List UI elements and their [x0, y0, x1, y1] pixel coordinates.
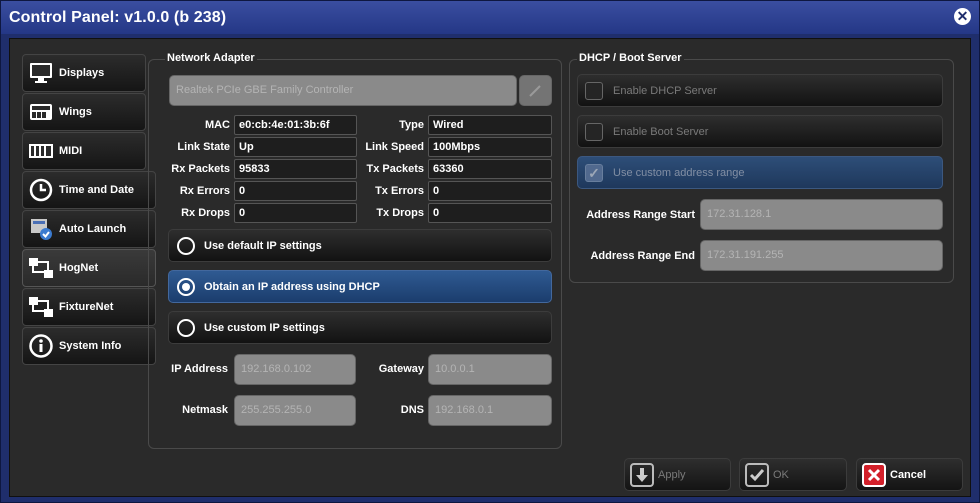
rx-packets-label: Rx Packets	[171, 163, 230, 175]
pencil-icon	[529, 85, 541, 97]
sidebar-item-system-info[interactable]: System Info	[22, 327, 156, 365]
sidebar-item-label: Auto Launch	[59, 223, 127, 235]
dhcp-ip-label: Obtain an IP address using DHCP	[204, 280, 380, 293]
cancel-label: Cancel	[890, 468, 927, 481]
link-state-label: Link State	[177, 141, 230, 153]
sidebar-item-auto-launch[interactable]: Auto Launch	[22, 210, 156, 248]
checkbox-icon	[585, 122, 603, 141]
dns-label: DNS	[400, 404, 424, 416]
checkbox-icon	[585, 81, 603, 100]
sidebar-item-time-and-date[interactable]: Time and Date	[22, 171, 156, 209]
sidebar-item-midi[interactable]: MIDI	[22, 132, 146, 170]
range-start-field[interactable]: 172.31.128.1	[700, 199, 943, 230]
ok-button[interactable]: OK	[739, 458, 847, 491]
window-title: Control Panel: v1.0.0 (b 238)	[9, 9, 227, 26]
netmask-field[interactable]: 255.255.255.0	[234, 395, 356, 426]
sidebar-item-label: Time and Date	[59, 184, 134, 196]
tx-packets-label: Tx Packets	[366, 163, 424, 175]
link-speed-value: 100Mbps	[428, 137, 552, 157]
link-speed-label: Link Speed	[365, 141, 424, 153]
enable-dhcp-checkbox[interactable]: Enable DHCP Server	[577, 74, 943, 107]
network-icon	[28, 294, 54, 320]
default-ip-option[interactable]: Use default IP settings	[168, 229, 552, 262]
range-start-label: Address Range Start	[586, 209, 695, 221]
rx-drops-value: 0	[234, 203, 357, 223]
custom-range-checkbox[interactable]: ✓ Use custom address range	[577, 156, 943, 189]
gateway-field[interactable]: 10.0.0.1	[428, 354, 552, 385]
enable-dhcp-label: Enable DHCP Server	[613, 84, 717, 97]
sidebar-item-label: Wings	[59, 106, 92, 118]
range-end-label: Address Range End	[590, 250, 695, 262]
sidebar-item-label: Displays	[59, 67, 105, 79]
cancel-button[interactable]: Cancel	[856, 458, 963, 491]
checkmark-icon	[745, 462, 769, 487]
dhcp-ip-option[interactable]: Obtain an IP address using DHCP	[168, 270, 552, 303]
type-value: Wired	[428, 115, 552, 135]
link-state-value: Up	[234, 137, 357, 157]
close-icon[interactable]: ✕	[954, 8, 971, 25]
dns-field[interactable]: 192.168.0.1	[428, 395, 552, 426]
mac-label: MAC	[204, 119, 230, 131]
mac-value: e0:cb:4e:01:3b:6f	[234, 115, 357, 135]
info-icon	[28, 333, 54, 359]
custom-ip-label: Use custom IP settings	[204, 321, 325, 334]
apply-label: Apply	[658, 468, 686, 481]
default-ip-label: Use default IP settings	[204, 239, 322, 252]
sidebar-item-label: MIDI	[59, 145, 83, 157]
download-icon	[630, 462, 654, 487]
sidebar-item-displays[interactable]: Displays	[22, 54, 146, 92]
sidebar-item-hognet[interactable]: HogNet	[22, 249, 156, 287]
enable-boot-label: Enable Boot Server	[613, 125, 709, 138]
monitor-icon	[28, 60, 54, 86]
tx-packets-value: 63360	[428, 159, 552, 179]
ok-label: OK	[773, 468, 789, 481]
cancel-x-icon	[862, 462, 886, 487]
sidebar-item-fixturenet[interactable]: FixtureNet	[22, 288, 156, 326]
range-end-field[interactable]: 172.31.191.255	[700, 240, 943, 271]
tx-errors-label: Tx Errors	[375, 185, 424, 197]
ip-address-label: IP Address	[171, 363, 228, 375]
sidebar-item-label: HogNet	[59, 262, 99, 274]
network-adapter-legend: Network Adapter	[165, 52, 257, 64]
sidebar-item-wings[interactable]: Wings	[22, 93, 146, 131]
enable-boot-checkbox[interactable]: Enable Boot Server	[577, 115, 943, 148]
type-label: Type	[399, 119, 424, 131]
radio-selected-icon	[177, 277, 195, 296]
custom-range-label: Use custom address range	[613, 166, 745, 179]
tx-errors-value: 0	[428, 181, 552, 201]
dhcp-boot-legend: DHCP / Boot Server	[577, 52, 684, 64]
netmask-label: Netmask	[182, 404, 228, 416]
tx-drops-value: 0	[428, 203, 552, 223]
rx-errors-label: Rx Errors	[179, 185, 230, 197]
network-icon	[28, 255, 54, 281]
content-area: Displays Wings MIDI Time and Date Auto L…	[9, 38, 971, 497]
sidebar-item-label: System Info	[59, 340, 122, 352]
adapter-select[interactable]: Realtek PCIe GBE Family Controller	[169, 75, 517, 106]
sidebar-item-label: FixtureNet	[59, 301, 114, 313]
clock-icon	[28, 177, 54, 203]
custom-ip-option[interactable]: Use custom IP settings	[168, 311, 552, 344]
rx-packets-value: 95833	[234, 159, 357, 179]
ip-address-field[interactable]: 192.168.0.102	[234, 354, 356, 385]
gateway-label: Gateway	[378, 363, 424, 375]
auto-launch-icon	[28, 216, 54, 242]
wing-keyboard-icon	[28, 99, 54, 125]
adapter-dropdown-button[interactable]	[519, 75, 552, 106]
apply-button[interactable]: Apply	[624, 458, 731, 491]
radio-unselected-icon	[177, 318, 195, 337]
rx-drops-label: Rx Drops	[181, 207, 230, 219]
midi-icon	[28, 138, 54, 164]
tx-drops-label: Tx Drops	[376, 207, 424, 219]
checkbox-checked-icon: ✓	[585, 163, 603, 182]
radio-unselected-icon	[177, 236, 195, 255]
control-panel-window: Control Panel: v1.0.0 (b 238) ✕ Displays…	[0, 0, 980, 503]
rx-errors-value: 0	[234, 181, 357, 201]
title-bar: Control Panel: v1.0.0 (b 238) ✕	[1, 1, 979, 34]
